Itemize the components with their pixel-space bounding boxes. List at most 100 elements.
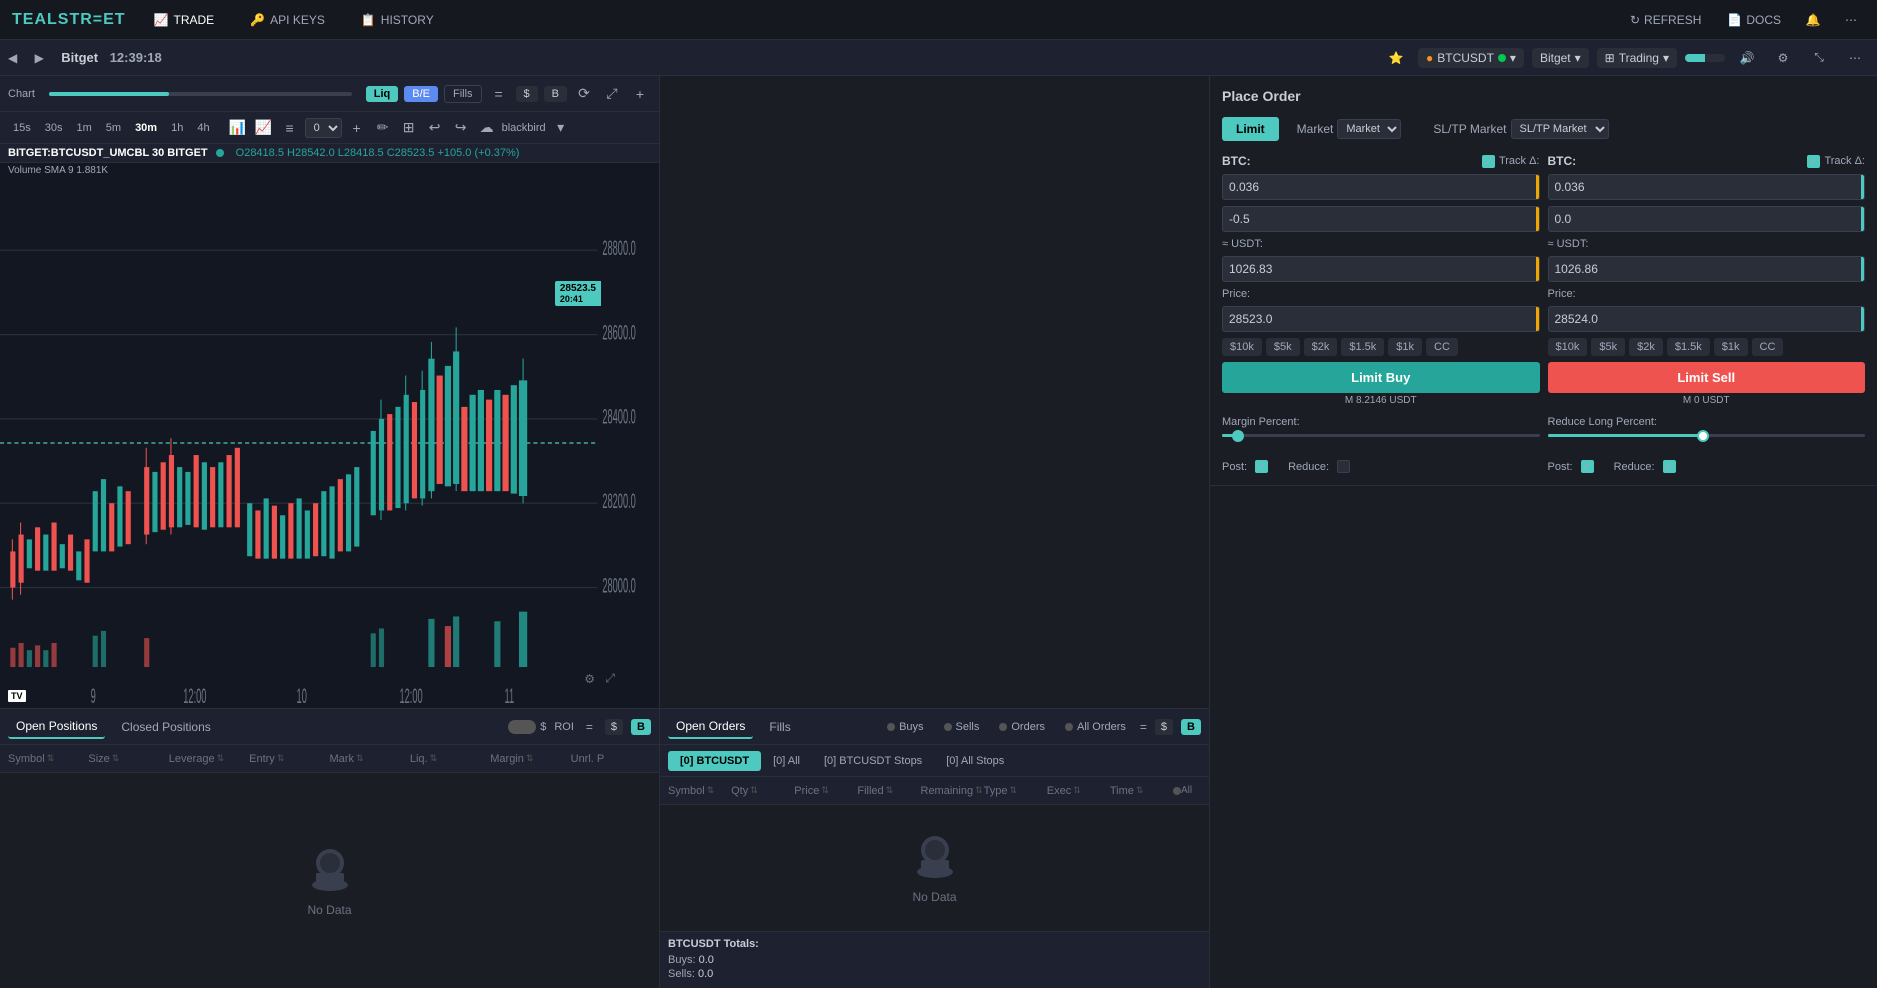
candle-type-icon[interactable]: 📊 — [227, 117, 249, 139]
exchange-selector[interactable]: Bitget ▾ — [1532, 48, 1589, 68]
quick-15k-sell[interactable]: $1.5k — [1667, 338, 1710, 356]
refresh-button[interactable]: ↻ REFRESH — [1622, 9, 1709, 31]
sort-icon[interactable]: ⇅ — [1073, 785, 1081, 796]
grid-icon[interactable]: ⊞ — [398, 117, 420, 139]
sort-icon[interactable]: ⇅ — [47, 753, 55, 764]
sort-icon[interactable]: ⇅ — [750, 785, 758, 796]
limit-tab[interactable]: Limit — [1222, 117, 1279, 141]
docs-button[interactable]: 📄 DOCS — [1719, 9, 1789, 31]
tf-1m[interactable]: 1m — [72, 120, 97, 136]
sl-tp-market-tab[interactable]: SL/TP Market SL/TP Market — [1419, 114, 1622, 144]
drawing-icon[interactable]: ✏ — [372, 117, 394, 139]
margin-slider[interactable] — [1222, 428, 1540, 444]
closed-positions-tab[interactable]: Closed Positions — [113, 716, 218, 738]
margin-slider-thumb[interactable] — [1232, 430, 1244, 442]
reduce-slider[interactable] — [1548, 428, 1866, 444]
dollar-button[interactable]: $ — [516, 86, 538, 102]
filter-all-stops[interactable]: [0] All Stops — [934, 751, 1016, 771]
fills-tab[interactable]: Fills — [761, 716, 798, 738]
price-field-buy[interactable] — [1223, 308, 1536, 330]
track-checkbox-sell[interactable]: ✓ — [1807, 155, 1820, 168]
filter-all[interactable]: [0] All — [761, 751, 812, 771]
sort-icon[interactable]: ⇅ — [886, 785, 894, 796]
post-checkbox-sell[interactable]: ✓ — [1581, 460, 1594, 473]
fills-button[interactable]: Fills — [444, 85, 482, 103]
filter-btcusdt[interactable]: [0] BTCUSDT — [668, 751, 761, 771]
quick-15k-buy[interactable]: $1.5k — [1341, 338, 1384, 356]
sync-icon[interactable]: ⟳ — [573, 83, 595, 105]
usdt-amount-field-sell[interactable] — [1549, 258, 1862, 280]
pos-dollar-button[interactable]: $ — [605, 719, 623, 735]
pos-value-field-sell[interactable] — [1549, 208, 1862, 230]
quick-5k-sell[interactable]: $5k — [1591, 338, 1625, 356]
price-field-sell[interactable] — [1549, 308, 1862, 330]
pos-b-button[interactable]: B — [631, 719, 651, 735]
sort-icon[interactable]: ⇅ — [112, 753, 120, 764]
all-orders-button[interactable]: All Orders — [1059, 719, 1132, 735]
tf-5m[interactable]: 5m — [101, 120, 126, 136]
redo-icon[interactable]: ↪ — [450, 117, 472, 139]
tf-30m[interactable]: 30m — [130, 120, 162, 136]
bar-type-icon[interactable]: ≡ — [279, 117, 301, 139]
alert-icon[interactable]: ☁ — [476, 117, 498, 139]
value-selector[interactable]: 0 — [305, 118, 342, 138]
reduce-slider-thumb[interactable] — [1697, 430, 1709, 442]
quick-cc-sell[interactable]: CC — [1752, 338, 1784, 356]
orders-filter-button[interactable]: Orders — [993, 719, 1051, 735]
sort-icon[interactable]: ⇅ — [1009, 785, 1017, 796]
chart-body[interactable]: 9 12:00 10 12:00 11 28800.0 28600.0 2840… — [0, 178, 659, 708]
quick-1k-buy[interactable]: $1k — [1388, 338, 1422, 356]
volume-button[interactable]: 🔊 — [1733, 44, 1761, 72]
nav-api-keys[interactable]: 🔑 API KEYS — [242, 9, 333, 31]
btc-amount-field-buy[interactable] — [1223, 176, 1536, 198]
sort-icon[interactable]: ⇅ — [821, 785, 829, 796]
btc-amount-field-sell[interactable] — [1549, 176, 1862, 198]
sort-icon[interactable]: ⇅ — [356, 753, 364, 764]
quick-2k-buy[interactable]: $2k — [1304, 338, 1338, 356]
chart-settings-icon[interactable]: ⚙ — [584, 672, 595, 686]
tf-1h[interactable]: 1h — [166, 120, 188, 136]
more-button[interactable]: ⋯ — [1841, 44, 1869, 72]
chevron-down-icon[interactable]: ▾ — [550, 117, 572, 139]
chart-expand-icon[interactable]: ⤢ — [605, 671, 615, 686]
btcusdt-selector[interactable]: ● BTCUSDT ▾ — [1418, 48, 1524, 68]
expand-icon[interactable]: ⤢ — [601, 83, 623, 105]
nav-history[interactable]: 📋 HISTORY — [353, 9, 442, 31]
quick-cc-buy[interactable]: CC — [1426, 338, 1458, 356]
sort-icon[interactable]: ⇅ — [217, 753, 225, 764]
liq-button[interactable]: Liq — [366, 86, 399, 102]
mode-btn-1[interactable] — [1685, 54, 1705, 62]
track-delta-sell[interactable]: ✓ Track Δ: — [1807, 155, 1865, 168]
plus-icon[interactable]: + — [629, 83, 651, 105]
quick-10k-sell[interactable]: $10k — [1548, 338, 1588, 356]
undo-icon[interactable]: ↩ — [424, 117, 446, 139]
open-orders-tab[interactable]: Open Orders — [668, 715, 753, 739]
layout-button[interactable]: ⤡ — [1805, 44, 1833, 72]
post-checkbox-buy[interactable]: ✓ — [1255, 460, 1268, 473]
mode-btn-2[interactable] — [1705, 54, 1725, 62]
market-tab[interactable]: Market Market — [1283, 114, 1416, 144]
track-checkbox-buy[interactable]: ✓ — [1482, 155, 1495, 168]
quick-1k-sell[interactable]: $1k — [1714, 338, 1748, 356]
back-button[interactable]: ◀ — [8, 51, 17, 65]
sl-tp-select[interactable]: SL/TP Market — [1511, 119, 1609, 139]
more-options-button[interactable]: ⋯ — [1837, 6, 1865, 34]
sort-icon[interactable]: ⇅ — [707, 785, 715, 796]
sort-icon[interactable]: ⇅ — [277, 753, 285, 764]
sort-icon[interactable]: ⇅ — [526, 753, 534, 764]
quick-10k-buy[interactable]: $10k — [1222, 338, 1262, 356]
reduce-checkbox-sell[interactable]: ✓ — [1663, 460, 1676, 473]
sort-icon[interactable]: ⇅ — [1136, 785, 1144, 796]
quick-5k-buy[interactable]: $5k — [1266, 338, 1300, 356]
sort-icon[interactable]: ⇅ — [430, 753, 438, 764]
be-button[interactable]: B/E — [404, 86, 438, 102]
track-delta-buy[interactable]: ✓ Track Δ: — [1482, 155, 1540, 168]
limit-sell-button[interactable]: Limit Sell — [1548, 362, 1866, 393]
line-icon[interactable]: 📈 — [253, 117, 275, 139]
nav-trade[interactable]: 📈 TRADE — [146, 9, 223, 31]
star-button[interactable]: ⭐ — [1382, 44, 1410, 72]
reduce-checkbox-buy[interactable] — [1337, 460, 1350, 473]
settings-button[interactable]: ⚙ — [1769, 44, 1797, 72]
tf-15s[interactable]: 15s — [8, 120, 36, 136]
b-button[interactable]: B — [544, 86, 567, 102]
